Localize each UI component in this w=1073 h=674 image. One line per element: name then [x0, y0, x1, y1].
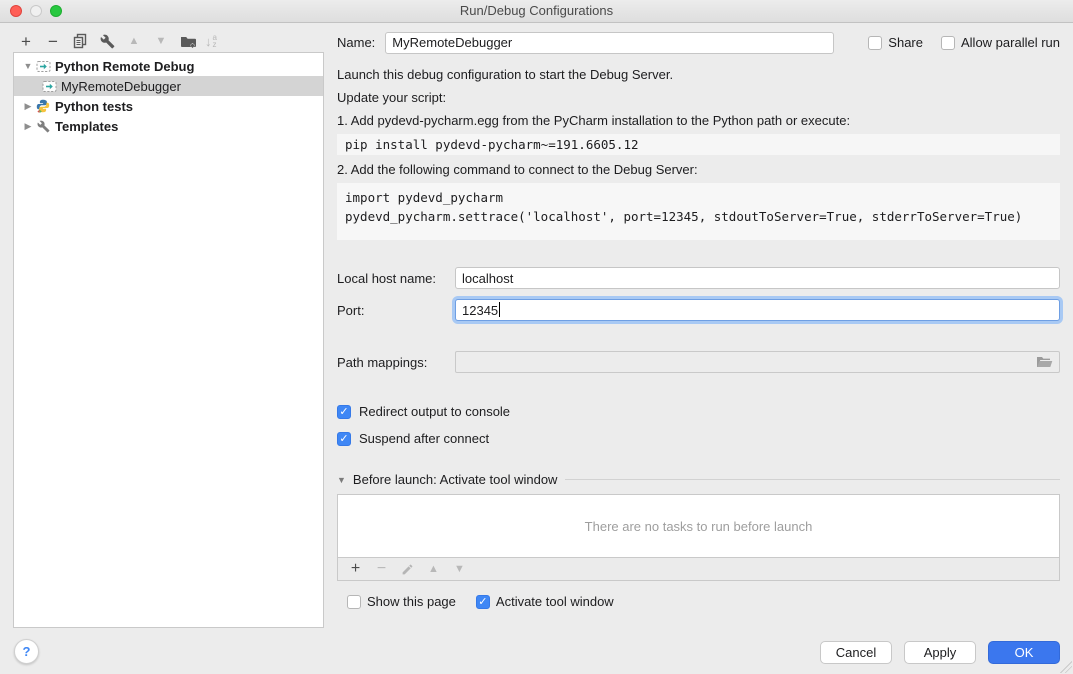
allow-parallel-checkbox-group[interactable]: Allow parallel run	[941, 35, 1060, 50]
name-row: Name: Share Allow parallel run	[337, 31, 1060, 54]
before-launch-title: Before launch: Activate tool window	[353, 472, 558, 487]
activate-tool-window-checkbox[interactable]	[476, 595, 490, 609]
allow-parallel-run-label: Allow parallel run	[961, 35, 1060, 50]
share-label: Share	[888, 35, 923, 50]
instruction-line-2: Update your script:	[337, 90, 1060, 106]
separator-line	[565, 479, 1060, 480]
apply-button[interactable]: Apply	[904, 641, 976, 664]
instruction-line-1: Launch this debug configuration to start…	[337, 67, 1060, 83]
collapse-arrow-icon[interactable]: ▼	[337, 475, 346, 485]
port-input[interactable]	[455, 299, 1060, 321]
expand-arrow-icon[interactable]: ▶	[21, 101, 35, 112]
settrace-code-block: import pydevd_pycharm pydevd_pycharm.set…	[337, 183, 1060, 240]
redirect-output-row[interactable]: Redirect output to console	[337, 404, 1060, 419]
tree-item-label: Python Remote Debug	[55, 59, 194, 74]
port-row: Port:	[337, 299, 1060, 321]
show-this-page-label: Show this page	[367, 594, 456, 609]
task-list-toolbar: + − ▲ ▼	[337, 558, 1060, 581]
remove-task-button[interactable]: −	[372, 560, 391, 579]
text-caret	[499, 302, 500, 317]
expand-arrow-icon[interactable]: ▼	[21, 61, 35, 71]
move-up-button[interactable]: ▲	[124, 31, 144, 51]
edit-templates-button[interactable]	[97, 31, 117, 51]
configuration-editor: Name: Share Allow parallel run Launch th…	[337, 31, 1060, 609]
python-tests-icon	[35, 98, 51, 114]
resize-grip[interactable]	[1060, 661, 1072, 673]
name-input[interactable]	[385, 32, 834, 54]
title-bar: Run/Debug Configurations	[0, 0, 1073, 23]
instruction-step-1: 1. Add pydevd-pycharm.egg from the PyCha…	[337, 113, 1060, 129]
tree-item-python-tests[interactable]: ▶ Python tests	[14, 96, 323, 116]
wrench-icon	[100, 34, 115, 49]
tree-item-label: Python tests	[55, 99, 133, 114]
remove-configuration-button[interactable]: −	[43, 31, 63, 51]
share-checkbox-group[interactable]: Share	[868, 35, 923, 50]
code-line-1: import pydevd_pycharm	[345, 190, 503, 205]
pencil-icon	[401, 563, 414, 576]
suspend-row[interactable]: Suspend after connect	[337, 431, 1060, 446]
tree-item-python-remote-debug[interactable]: ▼ Python Remote Debug	[14, 56, 323, 76]
before-launch-task-list[interactable]: There are no tasks to run before launch	[337, 494, 1060, 558]
edit-task-button[interactable]	[398, 560, 417, 579]
cancel-button[interactable]: Cancel	[820, 641, 892, 664]
help-button[interactable]: ?	[14, 639, 39, 664]
copy-icon	[72, 33, 88, 49]
tree-item-templates[interactable]: ▶ Templates	[14, 116, 323, 136]
path-mappings-row: Path mappings:	[337, 351, 1060, 373]
tree-item-myremotedebugger[interactable]: MyRemoteDebugger	[14, 76, 323, 96]
run-debug-configurations-dialog: { "window": { "title": "Run/Debug Config…	[0, 0, 1073, 674]
move-task-up-button[interactable]: ▲	[424, 560, 443, 579]
code-line-2: pydevd_pycharm.settrace('localhost', por…	[345, 209, 1022, 224]
suspend-label: Suspend after connect	[359, 431, 489, 446]
pip-install-command: pip install pydevd-pycharm~=191.6605.12	[337, 134, 1060, 155]
expand-arrow-icon[interactable]: ▶	[21, 121, 35, 132]
add-task-button[interactable]: +	[346, 560, 365, 579]
port-label: Port:	[337, 303, 455, 318]
footer-checkboxes: Show this page Activate tool window	[337, 594, 1060, 609]
new-folder-button[interactable]	[178, 31, 198, 51]
local-host-label: Local host name:	[337, 271, 455, 286]
redirect-output-label: Redirect output to console	[359, 404, 510, 419]
window-title: Run/Debug Configurations	[0, 0, 1073, 22]
copy-configuration-button[interactable]	[70, 31, 90, 51]
empty-tasks-text: There are no tasks to run before launch	[585, 519, 813, 534]
activate-tool-window-label: Activate tool window	[496, 594, 614, 609]
wrench-icon	[35, 118, 51, 134]
suspend-checkbox[interactable]	[337, 432, 351, 446]
move-task-down-button[interactable]: ▼	[450, 560, 469, 579]
open-folder-icon[interactable]	[1036, 355, 1053, 369]
sort-configurations-button[interactable]: ↓ a z	[205, 34, 217, 49]
remote-debug-config-icon	[41, 78, 57, 94]
path-mappings-field[interactable]	[455, 351, 1060, 373]
name-label: Name:	[337, 35, 375, 50]
folder-plus-icon	[180, 34, 197, 49]
add-configuration-button[interactable]: +	[16, 31, 36, 51]
configurations-tree: ▼ Python Remote Debug MyRemoteDebugger ▶	[13, 52, 324, 628]
tree-item-label: MyRemoteDebugger	[61, 79, 181, 94]
redirect-output-checkbox[interactable]	[337, 405, 351, 419]
allow-parallel-run-checkbox[interactable]	[941, 36, 955, 50]
configurations-toolbar: + − ▲ ▼ ↓ a z	[16, 31, 217, 51]
help-icon: ?	[23, 644, 31, 659]
before-launch-header[interactable]: ▼ Before launch: Activate tool window	[337, 472, 1060, 487]
tree-item-label: Templates	[55, 119, 118, 134]
path-mappings-label: Path mappings:	[337, 355, 455, 370]
move-down-button[interactable]: ▼	[151, 31, 171, 51]
instruction-step-2: 2. Add the following command to connect …	[337, 162, 1060, 178]
ok-button[interactable]: OK	[988, 641, 1060, 664]
show-this-page-checkbox[interactable]	[347, 595, 361, 609]
local-host-input[interactable]	[455, 267, 1060, 289]
dialog-buttons: Cancel Apply OK	[820, 641, 1060, 664]
remote-debug-config-icon	[35, 58, 51, 74]
share-checkbox[interactable]	[868, 36, 882, 50]
local-host-row: Local host name:	[337, 267, 1060, 289]
